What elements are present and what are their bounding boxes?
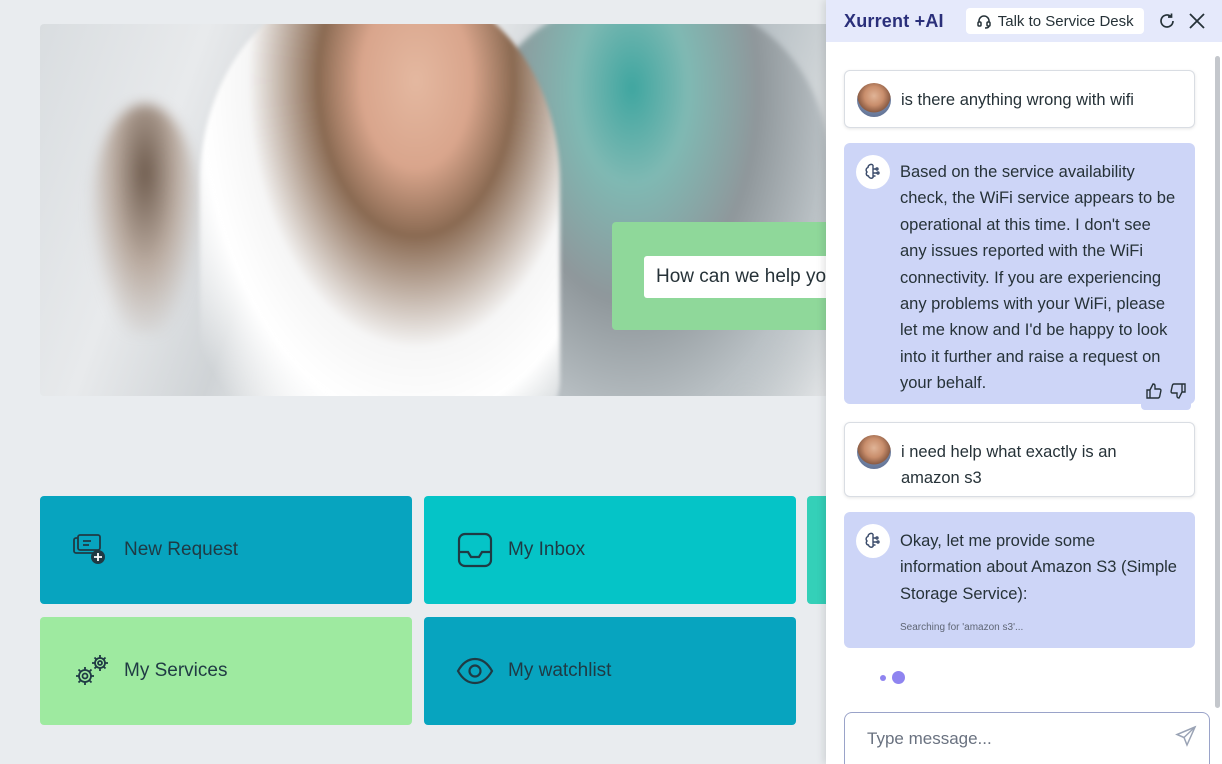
hero-banner <box>40 24 840 396</box>
tile-label: New Request <box>124 539 239 560</box>
ticket-add-icon <box>72 530 124 570</box>
gears-icon <box>72 651 124 691</box>
chat-message-bot: Okay, let me provide some information ab… <box>844 512 1195 648</box>
tile-my-watchlist[interactable]: My watchlist <box>424 617 796 725</box>
hero-smiling-woman <box>200 24 560 396</box>
rating-controls <box>1141 379 1191 410</box>
message-text: Okay, let me provide some information ab… <box>900 532 1177 603</box>
tile-my-services[interactable]: My Services <box>40 617 412 725</box>
tile-label: My watchlist <box>508 660 612 681</box>
chat-panel: Xurrent +AI Talk to Service Desk is ther… <box>826 0 1222 764</box>
service-desk-label: Talk to Service Desk <box>997 12 1134 30</box>
tile-label: My Services <box>124 660 228 681</box>
search-input[interactable]: How can we help you? <box>644 256 840 298</box>
search-status-text: Searching for 'amazon s3'... <box>900 622 1024 634</box>
chat-scrollbar[interactable] <box>1215 56 1220 708</box>
typing-indicator <box>880 671 905 684</box>
typing-dot <box>892 671 905 684</box>
chat-message-bot: Based on the service availability check,… <box>844 143 1195 410</box>
chat-message-user: i need help what exactly is an amazon s3 <box>844 422 1195 497</box>
user-avatar <box>857 435 891 469</box>
tile-my-inbox[interactable]: My Inbox <box>424 496 796 604</box>
ai-brain-icon <box>856 524 890 558</box>
typing-dot <box>880 674 886 681</box>
tile-label: My Inbox <box>508 539 586 560</box>
thumbs-down-icon[interactable] <box>1169 382 1187 408</box>
message-composer <box>844 712 1210 764</box>
thumbs-up-icon[interactable] <box>1145 382 1163 408</box>
message-input[interactable] <box>867 728 1175 749</box>
message-text: Based on the service availability check,… <box>900 163 1176 393</box>
chat-message-user: is there anything wrong with wifi <box>844 70 1195 128</box>
inbox-icon <box>456 530 508 570</box>
send-icon[interactable] <box>1175 725 1197 752</box>
talk-to-service-desk-button[interactable]: Talk to Service Desk <box>965 8 1144 34</box>
message-text: i need help what exactly is an amazon s3 <box>901 443 1117 488</box>
ai-brain-icon <box>856 155 890 189</box>
tile-new-request[interactable]: New Request <box>40 496 412 604</box>
chat-brand: Xurrent +AI <box>844 10 944 31</box>
headset-icon <box>976 15 991 29</box>
refresh-icon[interactable] <box>1156 10 1178 32</box>
eye-icon <box>456 651 508 691</box>
message-text: is there anything wrong with wifi <box>901 91 1134 109</box>
chat-header: Xurrent +AI Talk to Service Desk <box>826 0 1222 42</box>
close-icon[interactable] <box>1186 10 1208 32</box>
hero-background-person <box>90 104 200 334</box>
user-avatar <box>857 83 891 117</box>
